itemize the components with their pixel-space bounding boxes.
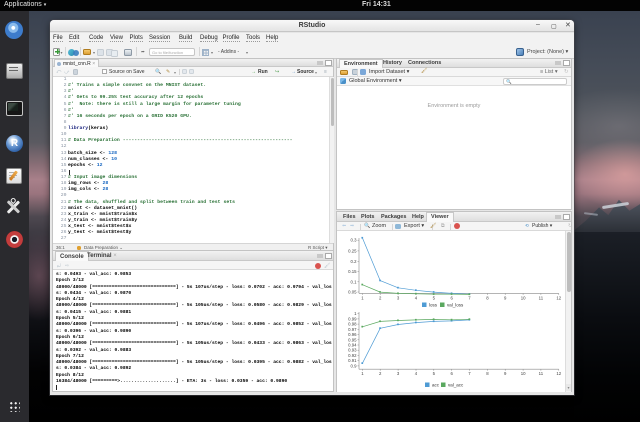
svg-text:0.2: 0.2 — [351, 259, 358, 264]
svg-text:4: 4 — [415, 371, 418, 376]
svg-text:9: 9 — [504, 295, 507, 300]
svg-text:0.1: 0.1 — [351, 279, 358, 284]
svg-text:1: 1 — [361, 371, 364, 376]
svg-text:5: 5 — [433, 295, 436, 300]
svg-text:4: 4 — [415, 295, 418, 300]
svg-text:8: 8 — [486, 371, 489, 376]
svg-text:loss: loss — [429, 302, 438, 307]
svg-text:3: 3 — [397, 295, 400, 300]
svg-text:0.98: 0.98 — [348, 321, 357, 326]
svg-text:7: 7 — [468, 371, 471, 376]
svg-text:0.15: 0.15 — [348, 269, 357, 274]
svg-text:1: 1 — [361, 295, 364, 300]
svg-text:7: 7 — [468, 295, 471, 300]
svg-text:5: 5 — [433, 371, 436, 376]
svg-text:3: 3 — [397, 371, 400, 376]
svg-text:10: 10 — [521, 295, 526, 300]
svg-text:0.9: 0.9 — [351, 363, 358, 368]
svg-text:9: 9 — [504, 371, 507, 376]
svg-text:0.05: 0.05 — [348, 289, 357, 294]
svg-text:2: 2 — [379, 371, 382, 376]
svg-text:12: 12 — [556, 295, 561, 300]
svg-text:8: 8 — [486, 295, 489, 300]
svg-text:acc: acc — [432, 382, 440, 387]
svg-text:12: 12 — [556, 371, 561, 376]
svg-text:val_loss: val_loss — [447, 302, 464, 307]
svg-text:0.25: 0.25 — [348, 248, 357, 253]
svg-text:val_acc: val_acc — [448, 382, 464, 387]
svg-text:11: 11 — [539, 371, 544, 376]
svg-text:0.3: 0.3 — [351, 237, 358, 242]
svg-text:0.93: 0.93 — [348, 347, 357, 352]
svg-text:11: 11 — [539, 295, 544, 300]
svg-text:10: 10 — [521, 371, 526, 376]
svg-text:6: 6 — [451, 371, 454, 376]
svg-text:2: 2 — [379, 295, 382, 300]
svg-text:6: 6 — [451, 295, 454, 300]
